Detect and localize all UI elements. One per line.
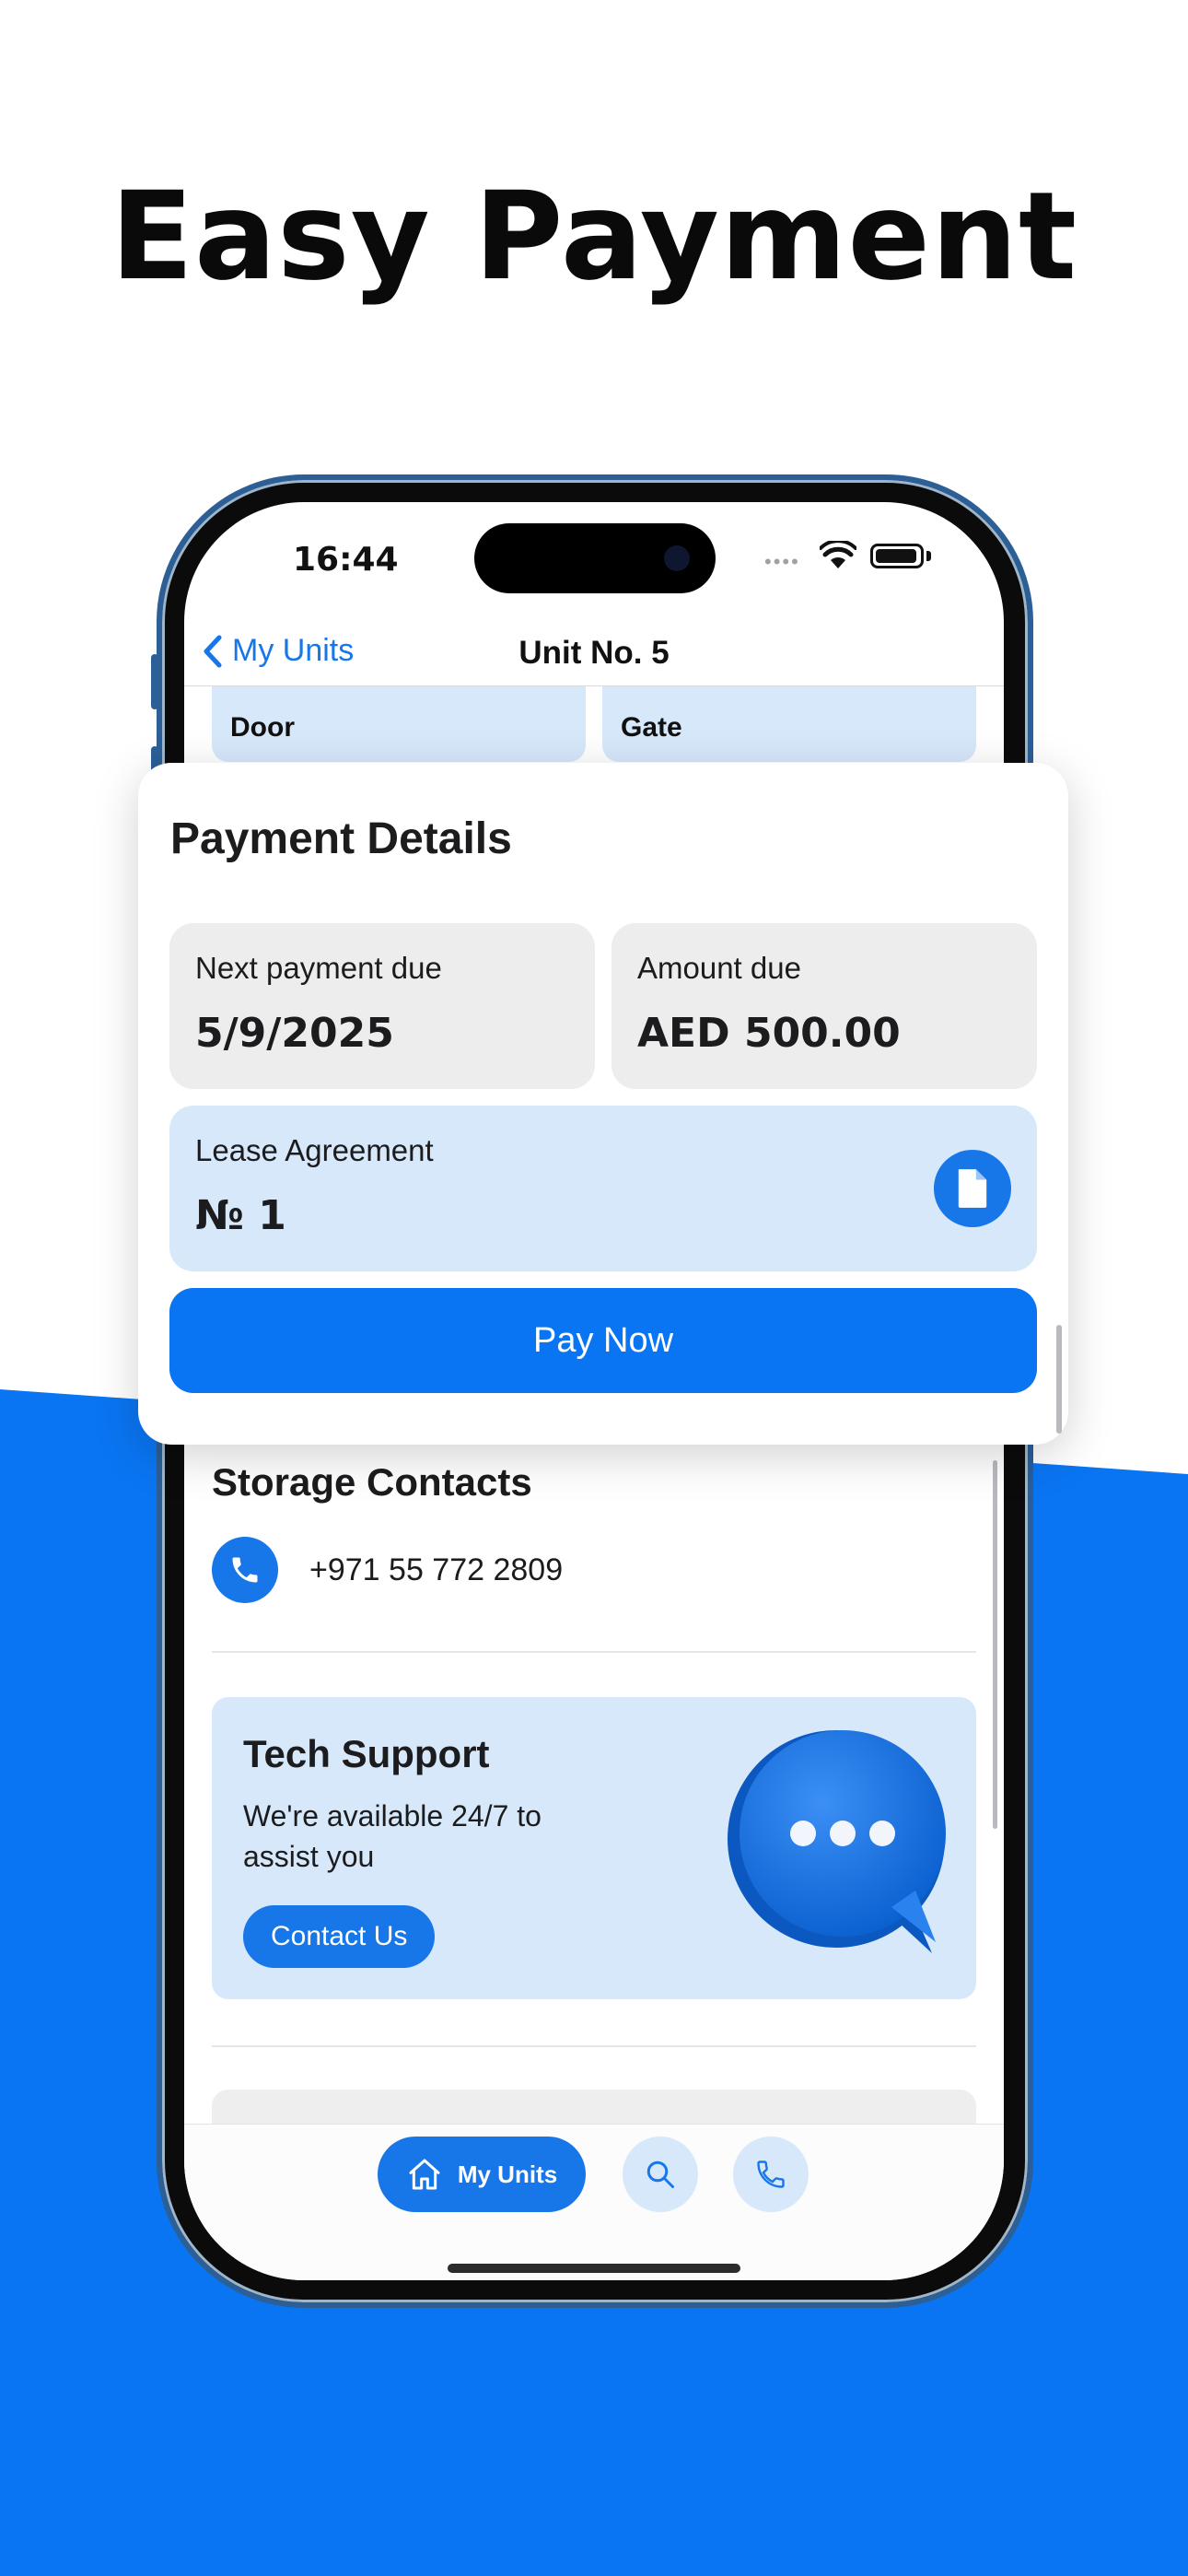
amount-due-label: Amount due [637, 951, 801, 985]
payment-details-card: Payment Details Next payment due 5/9/202… [138, 763, 1068, 1445]
tech-support-card: Tech Support We're available 24/7 to ass… [212, 1697, 976, 1999]
dynamic-island [474, 523, 716, 593]
tab-contacts[interactable] [733, 2137, 809, 2212]
tile-gate-label: Gate [621, 712, 682, 743]
card-scrollbar[interactable] [1056, 1325, 1062, 1434]
divider [212, 1651, 976, 1653]
amount-due-box: Amount due AED 500.00 [611, 923, 1037, 1089]
signal-dots-icon: •••• [764, 550, 800, 573]
lease-agreement-number: № 1 [195, 1192, 286, 1239]
payment-details-title: Payment Details [170, 814, 512, 863]
divider [212, 2045, 976, 2047]
home-icon [409, 2159, 440, 2190]
chat-bubble-icon [728, 1730, 946, 1953]
storage-contacts-title: Storage Contacts [212, 1460, 532, 1504]
wifi-icon [820, 541, 856, 568]
phone-icon [212, 1537, 278, 1603]
search-icon [646, 2160, 674, 2188]
tab-search[interactable] [623, 2137, 698, 2212]
document-icon [958, 1169, 987, 1208]
next-payment-value: 5/9/2025 [195, 1010, 394, 1057]
status-time: 16:44 [293, 541, 399, 579]
pay-now-button[interactable]: Pay Now [169, 1288, 1037, 1393]
navigation-bar: My Units Unit No. 5 [184, 622, 1004, 686]
status-bar: 16:44 •••• [184, 502, 1004, 622]
tech-support-title: Tech Support [243, 1732, 490, 1775]
page-title: Unit No. 5 [518, 635, 670, 671]
contact-us-button[interactable]: Contact Us [243, 1905, 436, 1968]
phone-icon [757, 2160, 785, 2188]
storage-contact-row[interactable]: +971 55 772 2809 [212, 1537, 563, 1603]
tab-bar: My Units [184, 2124, 1004, 2280]
side-button-left [151, 654, 158, 709]
tech-support-text: We're available 24/7 to assist you [243, 1799, 542, 1873]
tile-door-label: Door [230, 712, 295, 743]
tile-gate[interactable]: Gate [602, 686, 976, 762]
lease-agreement-label: Lease Agreement [195, 1133, 434, 1167]
tile-door[interactable]: Door [212, 686, 586, 762]
amount-due-value: AED 500.00 [637, 1010, 901, 1057]
contact-phone-number[interactable]: +971 55 772 2809 [309, 1552, 563, 1588]
headline: Easy Payment [110, 166, 1078, 308]
document-button[interactable] [934, 1150, 1011, 1227]
tab-my-units-label: My Units [457, 2160, 558, 2188]
battery-icon [870, 544, 924, 568]
next-payment-box: Next payment due 5/9/2025 [169, 923, 595, 1089]
lease-agreement-box[interactable]: Lease Agreement № 1 [169, 1106, 1037, 1271]
next-payment-label: Next payment due [195, 951, 442, 985]
scrollbar[interactable] [993, 1460, 997, 1829]
tab-my-units[interactable]: My Units [378, 2137, 586, 2212]
home-indicator [448, 2264, 740, 2273]
